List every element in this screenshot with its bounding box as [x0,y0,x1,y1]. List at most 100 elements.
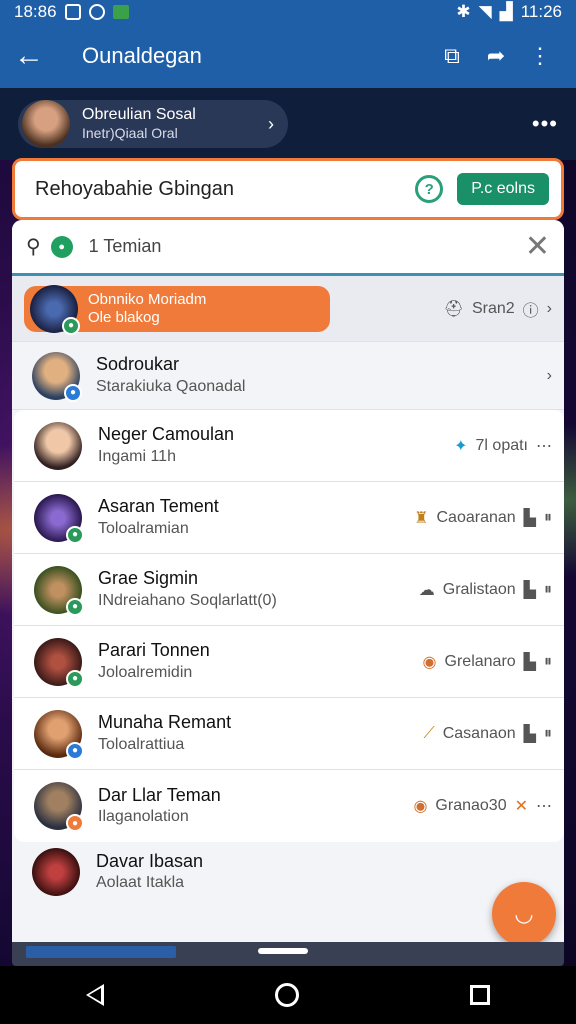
avatar: ● [30,284,80,335]
search-icon[interactable]: ⚲ [26,234,41,259]
contact-status: Ilaganolation [98,808,189,826]
contact-status: Aolaat Itakla [96,874,185,892]
contact-meta: Gralistaon [442,580,516,598]
share-icon[interactable]: ➦ [474,43,518,69]
back-arrow-icon[interactable]: ← [14,39,64,73]
game-icon: ⟋ [423,724,435,742]
more-dots-icon[interactable]: ⋯ [536,436,552,456]
contact-name: Neger Camoulan [98,424,235,445]
avatar: ● [32,351,82,402]
avatar [22,100,70,148]
contact-meta: 7l opatı [475,436,528,454]
contact-row[interactable]: ● Grae Sigmin INdreiahano Soqlarlatt(0) … [14,554,564,626]
avatar: ● [34,709,84,760]
game-icon: ◉ [422,653,437,671]
copy-icon[interactable]: ⧉ [430,43,474,69]
sync-icon [88,4,105,20]
contact-row[interactable]: ● Dar Llar Teman Ilaganolation ◉ Granao30… [14,770,564,842]
bottom-scroll-area [12,942,564,966]
contact-row[interactable]: ● Parari Tonnen Joloalremidin ◉ Grelanaro… [14,626,564,698]
contact-meta: Casanaon [442,724,516,742]
wifi-icon: ◥ [478,2,492,21]
highlighted-contact-row[interactable]: ● Obnniko Moriadm Ole blakog ⛑ Sran2 ⓘ › [12,276,564,342]
profile-card[interactable]: Obreulian Sosal Inetr)Qiaal Oral › [18,100,288,148]
pause-icon[interactable]: ⏸ [544,725,552,743]
chevron-right-icon: › [546,366,552,384]
system-nav-bar [0,966,576,1024]
avatar: ● [34,565,84,616]
contact-name: Davar Ibasan [96,850,204,871]
notification-icon [64,4,81,20]
game-icon: ☁ [418,581,435,599]
thumb-icon[interactable]: ▙ [524,652,536,672]
chevron-right-icon: › [546,299,552,317]
online-badge-icon: ● [66,525,84,544]
overflow-menu-icon[interactable]: ⋮ [518,43,562,69]
helmet-icon: ⛑ [443,300,464,318]
contact-status: INdreiahano Soqlarlatt(0) [98,591,277,609]
game-icon: ♜ [414,509,429,527]
close-icon[interactable]: ✕ [525,229,550,264]
pause-icon[interactable]: ⏸ [544,509,552,527]
game-icon: ◉ [413,798,428,815]
status-time-right: 11:26 [520,2,562,21]
status-time-left: 18:86 [14,2,57,21]
app-bar: ← Ounaldegan ⧉ ➦ ⋮ [0,24,576,88]
primary-action-button[interactable]: P.c eolns [457,173,549,205]
status-bar: 18:86 ✱ ◥ ▟ 11:26 [0,0,576,24]
contact-meta: Caoaranan [436,508,516,526]
home-handle[interactable] [258,948,308,954]
pause-icon[interactable]: ⏸ [544,653,552,671]
chat-icon: ◡ [514,901,534,926]
status-badge-icon: ● [66,814,84,832]
app-notification-icon [112,5,129,19]
status-badge-icon: ● [64,383,82,402]
avatar: ● [34,493,84,544]
contact-meta: Grelanaro [444,652,516,670]
contact-meta: Granao30 [435,797,507,814]
nav-back-icon[interactable] [85,984,104,1006]
pause-icon[interactable]: ⏸ [544,581,552,599]
profile-name: Obreulian Sosal [82,106,196,124]
contact-row[interactable]: ● Asaran Tement Toloalramian ♜ Caoaranan ▙… [14,482,564,554]
page-title: Ounaldegan [82,43,202,68]
filter-bar: ⚲ ● 1 Temian ✕ [12,220,564,276]
compose-fab-button[interactable]: ◡ [492,882,556,946]
contact-row[interactable]: Neger Camoulan Ingami 11h ✦ 7l opatı ⋯ [14,410,564,482]
contact-name: Dar Llar Teman [98,784,221,805]
more-options-icon[interactable]: ••• [532,111,558,137]
avatar: ● [34,637,84,688]
nav-home-icon[interactable] [274,983,299,1007]
contact-row[interactable]: ● Munaha Remant Toloalrattiua ⟋ Casanaon ▙… [14,698,564,770]
contact-status: Joloalremidin [98,663,193,681]
more-dots-icon[interactable]: ⋯ [536,796,552,816]
thumb-icon[interactable]: ▙ [524,508,536,528]
thumb-icon[interactable]: ▙ [524,724,536,744]
contact-panel: ⚲ ● 1 Temian ✕ ● Obnniko Moriadm Ole bla… [12,220,564,942]
star-badge-icon: ✦ [454,437,468,455]
help-icon[interactable]: ? [415,175,444,203]
avatar [32,848,80,896]
contact-name: Parari Tonnen [98,640,210,661]
vibrate-icon: ✱ [456,2,471,21]
signal-icon: ▟ [499,2,513,21]
nav-recents-icon[interactable] [470,985,491,1005]
info-icon[interactable]: ⓘ [523,297,539,321]
contact-row[interactable]: ● Sodroukar Starakiuka Qaonadal › [12,342,564,410]
contact-name: Obnniko Moriadm [88,291,207,309]
crossed-swords-icon: ✕ [514,798,528,815]
online-badge-icon: ● [66,597,84,616]
thumb-icon[interactable]: ▙ [524,580,536,600]
avatar: ● [34,782,84,832]
profile-subtitle: Inetr)Qiaal Oral [82,125,178,142]
chevron-right-icon: › [268,113,274,134]
profile-header: Obreulian Sosal Inetr)Qiaal Oral › ••• [0,88,576,160]
contact-status: Toloalrattiua [98,735,185,753]
contact-row[interactable]: Davar Ibasan Aolaat Itakla [12,842,564,902]
highlight-pill: ● Obnniko Moriadm Ole blakog [24,284,330,335]
status-badge-icon: ● [66,741,84,760]
contact-status: Starakiuka Qaonadal [96,377,246,395]
contact-status: Toloalramian [98,519,189,537]
contact-name: Munaha Remant [98,712,232,733]
online-filter-icon[interactable]: ● [50,235,73,258]
